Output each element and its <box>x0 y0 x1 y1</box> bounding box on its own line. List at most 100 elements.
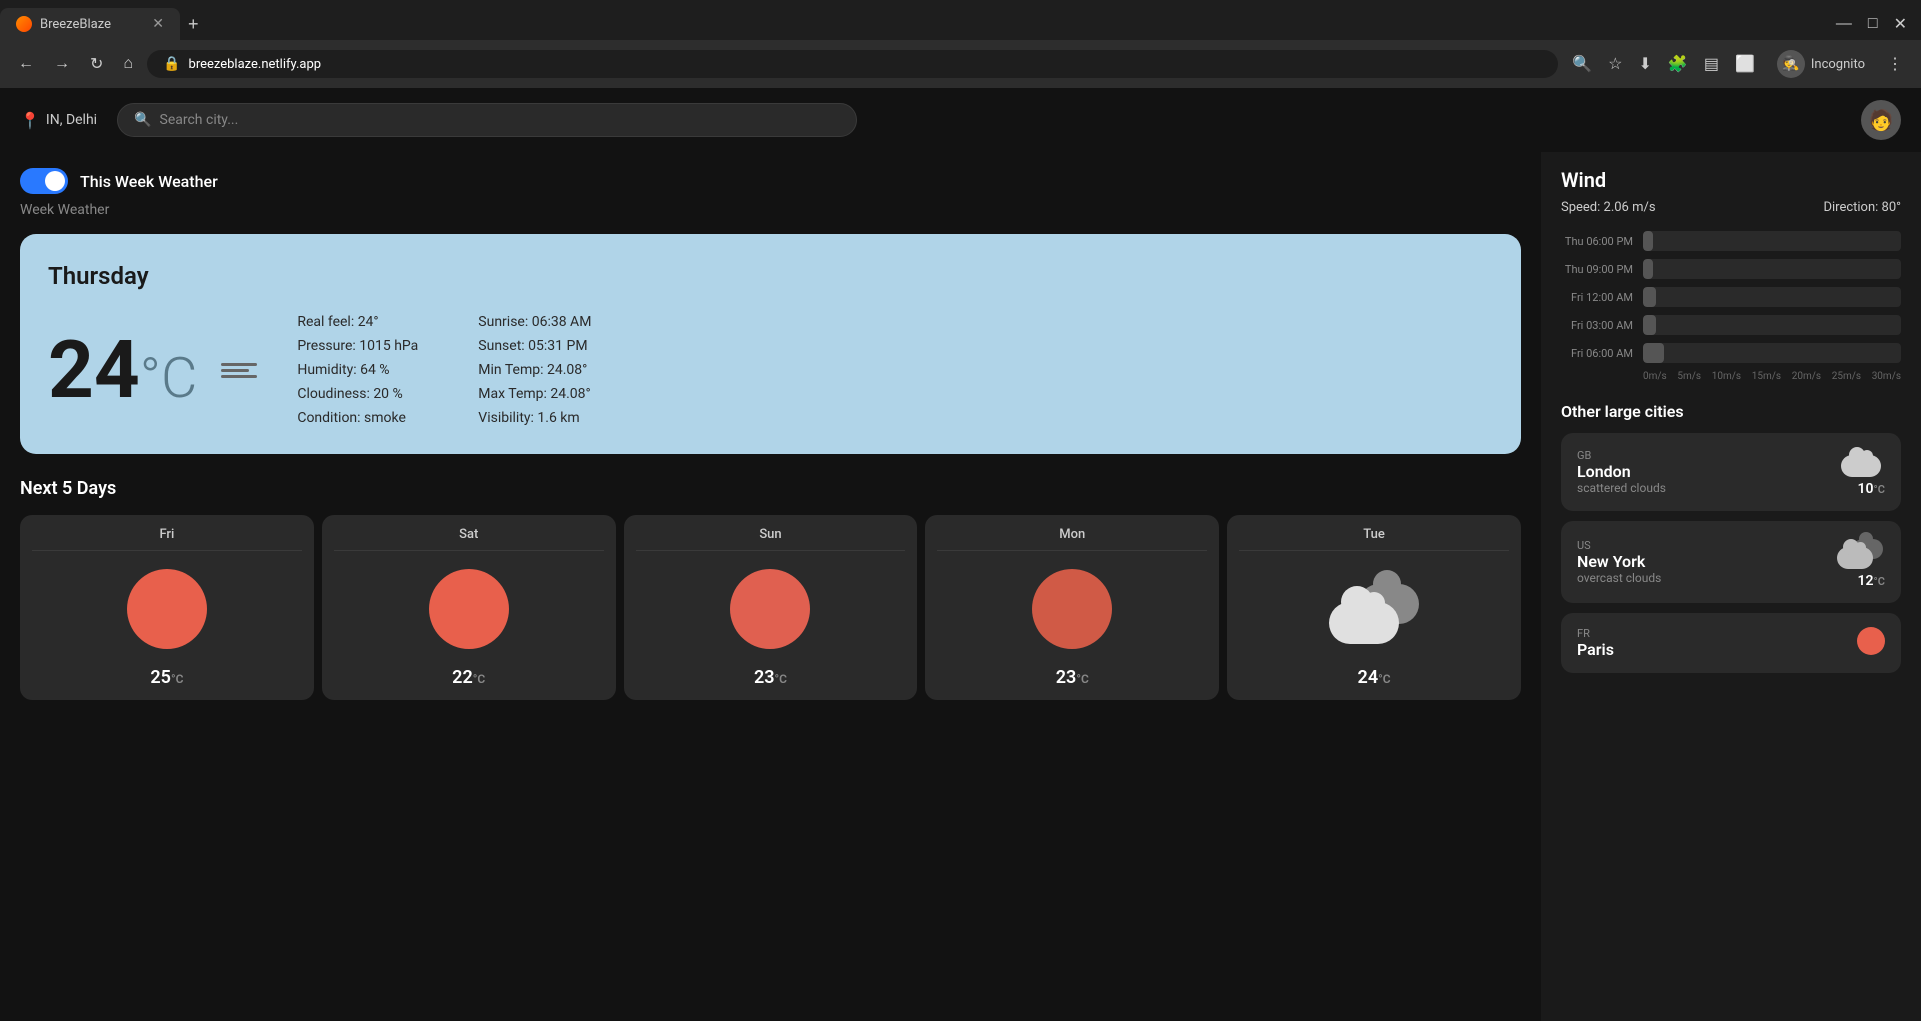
search-magnifier-icon: 🔍 <box>134 112 151 128</box>
main-layout: This Week Weather Week Weather Thursday … <box>0 152 1921 1021</box>
wind-bar-fill-5 <box>1643 343 1664 363</box>
toggle-thumb <box>45 171 65 191</box>
forecast-card-sun: Sun 23°C <box>624 515 918 700</box>
current-day-name: Thursday <box>48 262 1493 290</box>
wind-bar-fill-2 <box>1643 259 1653 279</box>
weather-details: Real feel: 24° Sunrise: 06:38 AM Pressur… <box>297 314 599 426</box>
wind-bar-row-1: Thu 06:00 PM <box>1561 231 1901 251</box>
wind-bar-row-5: Fri 06:00 AM <box>1561 343 1901 363</box>
lock-icon: 🔒 <box>163 56 180 72</box>
forecast-card-tue: Tue 24°C <box>1227 515 1521 700</box>
search-icon-btn[interactable]: 🔍 <box>1566 50 1598 78</box>
city-card-london[interactable]: GB London scattered clouds 10°C <box>1561 433 1901 511</box>
cloud-front <box>1329 602 1399 644</box>
london-country: GB <box>1577 449 1841 462</box>
london-temp-unit: °C <box>1874 483 1885 496</box>
current-temp: 24°C <box>48 330 197 411</box>
current-location: IN, Delhi <box>46 112 97 128</box>
menu-button[interactable]: ⋮ <box>1881 50 1909 78</box>
humidity: Humidity: 64 % <box>297 362 418 378</box>
london-name: London <box>1577 462 1841 481</box>
forecast-icon-fri <box>127 559 207 659</box>
wind-stats: Speed: 2.06 m/s Direction: 80° <box>1561 200 1901 215</box>
forecast-day-sun: Sun <box>636 527 906 551</box>
search-placeholder: Search city... <box>160 112 239 128</box>
paris-country: FR <box>1577 627 1857 640</box>
wind-bar-row-4: Fri 03:00 AM <box>1561 315 1901 335</box>
forecast-day-sat: Sat <box>334 527 604 551</box>
profile-icon-btn[interactable]: ⬜ <box>1729 50 1761 78</box>
wind-bar-track-4 <box>1643 315 1901 335</box>
newyork-condition: overcast clouds <box>1577 571 1837 585</box>
incognito-label: Incognito <box>1811 57 1865 72</box>
forecast-day-mon: Mon <box>937 527 1207 551</box>
toggle-label: This Week Weather <box>80 172 218 191</box>
cloud-icon-tue <box>1329 574 1419 644</box>
sun-icon-sat <box>429 569 509 649</box>
newyork-cloud-icon <box>1837 535 1885 569</box>
minimize-button[interactable]: — <box>1830 11 1858 37</box>
new-tab-button[interactable]: + <box>180 14 207 35</box>
search-bar[interactable]: 🔍 Search city... <box>117 103 857 137</box>
toolbar-icons: 🔍 ☆ ⬇ 🧩 ▤ ⬜ <box>1566 50 1761 78</box>
wind-direction: Direction: 80° <box>1823 200 1901 215</box>
forecast-card-sat: Sat 22°C <box>322 515 616 700</box>
back-button[interactable]: ← <box>12 51 40 77</box>
paris-sun-icon <box>1857 627 1885 655</box>
tab-close-button[interactable]: ✕ <box>152 16 164 32</box>
wind-bar-track-5 <box>1643 343 1901 363</box>
toggle-section: This Week Weather <box>20 168 1521 194</box>
app-header: 📍 IN, Delhi 🔍 Search city... 🧑 <box>0 88 1921 152</box>
wind-scale: 0m/s 5m/s 10m/s 15m/s 20m/s 25m/s 30m/s <box>1561 371 1901 382</box>
london-icon-temp: 10°C <box>1841 447 1885 497</box>
browser-toolbar: ← → ↻ ⌂ 🔒 breezeblaze.netlify.app 🔍 ☆ ⬇ … <box>0 40 1921 88</box>
newyork-icon-temp: 12°C <box>1837 535 1885 589</box>
home-button[interactable]: ⌂ <box>117 51 139 77</box>
forward-button[interactable]: → <box>48 51 76 77</box>
week-weather-toggle[interactable] <box>20 168 68 194</box>
wind-title: Wind <box>1561 168 1901 192</box>
pressure: Pressure: 1015 hPa <box>297 338 418 354</box>
sidebar-icon-btn[interactable]: ▤ <box>1698 50 1725 78</box>
newyork-temp-unit: °C <box>1874 575 1885 588</box>
forecast-temp-sat: 22°C <box>452 667 485 688</box>
app-container: 📍 IN, Delhi 🔍 Search city... 🧑 This Week… <box>0 88 1921 1021</box>
wind-scale-5: 5m/s <box>1677 371 1701 382</box>
forecast-temp-unit-sat: °C <box>473 672 485 686</box>
wind-chart: Thu 06:00 PM Thu 09:00 PM Fri 12:00 AM <box>1561 231 1901 382</box>
close-button[interactable]: ✕ <box>1888 10 1913 38</box>
forecast-icon-sat <box>429 559 509 659</box>
temp-unit: °C <box>140 345 198 411</box>
user-avatar[interactable]: 🧑 <box>1861 100 1901 140</box>
week-weather-subtitle: Week Weather <box>20 202 1521 218</box>
forecast-card-mon: Mon 23°C <box>925 515 1219 700</box>
download-icon-btn[interactable]: ⬇ <box>1633 50 1658 78</box>
city-card-newyork[interactable]: US New York overcast clouds 12°C <box>1561 521 1901 603</box>
wind-scale-0: 0m/s <box>1643 371 1667 382</box>
tab-favicon <box>16 16 32 32</box>
wind-bar-label-4: Fri 03:00 AM <box>1561 319 1633 332</box>
wind-speed: Speed: 2.06 m/s <box>1561 200 1656 215</box>
wind-bar-label-1: Thu 06:00 PM <box>1561 235 1633 248</box>
temp-value: 24 <box>48 323 140 417</box>
address-bar[interactable]: 🔒 breezeblaze.netlify.app <box>147 50 1558 78</box>
bookmark-icon-btn[interactable]: ☆ <box>1602 50 1628 78</box>
forecast-icon-sun <box>730 559 810 659</box>
extension-icon-btn[interactable]: 🧩 <box>1662 50 1694 78</box>
forecast-temp-sun: 23°C <box>754 667 787 688</box>
incognito-badge: 🕵️ Incognito <box>1769 46 1873 82</box>
forecast-temp-unit-sun: °C <box>775 672 787 686</box>
maximize-button[interactable]: □ <box>1862 11 1884 37</box>
city-card-paris[interactable]: FR Paris <box>1561 613 1901 673</box>
active-tab[interactable]: BreezeBlaze ✕ <box>0 8 180 40</box>
wind-bar-fill-3 <box>1643 287 1656 307</box>
forecast-temp-unit-tue: °C <box>1378 672 1390 686</box>
newyork-country: US <box>1577 539 1837 552</box>
sunrise: Sunrise: 06:38 AM <box>478 314 599 330</box>
browser-chrome: BreezeBlaze ✕ + — □ ✕ ← → ↻ ⌂ 🔒 breezebl… <box>0 0 1921 88</box>
forecast-temp-tue: 24°C <box>1358 667 1391 688</box>
refresh-button[interactable]: ↻ <box>84 50 109 78</box>
wind-bar-label-2: Thu 09:00 PM <box>1561 263 1633 276</box>
wind-bar-row-3: Fri 12:00 AM <box>1561 287 1901 307</box>
sun-icon-sun <box>730 569 810 649</box>
